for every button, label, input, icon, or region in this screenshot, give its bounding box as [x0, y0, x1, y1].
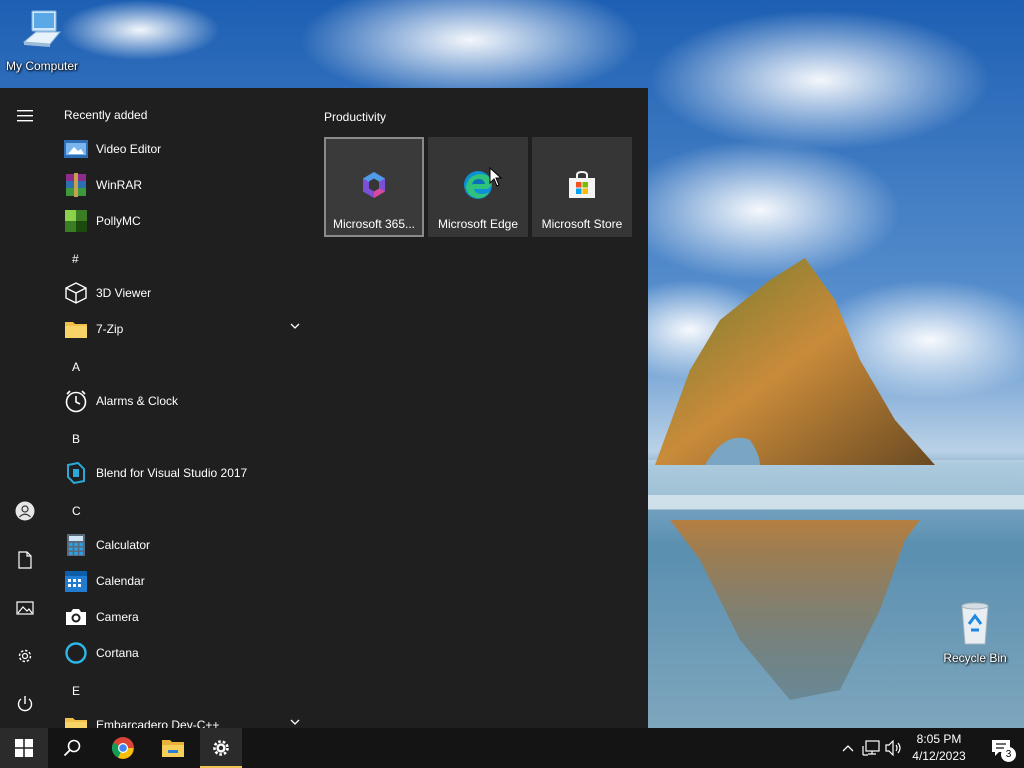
pictures-button[interactable]: [0, 586, 50, 630]
search-icon: [63, 739, 81, 757]
folder-icon: [64, 713, 88, 728]
volume-button[interactable]: [884, 728, 904, 768]
calculator-icon: [64, 533, 88, 557]
picture-icon: [16, 601, 34, 615]
desktop-icon-recycle-bin[interactable]: Recycle Bin: [933, 600, 1017, 665]
desktop-icon-label: My Computer: [5, 59, 79, 73]
document-icon: [18, 551, 32, 569]
tile-microsoft-365[interactable]: Microsoft 365...: [324, 137, 424, 237]
network-icon: [862, 740, 880, 756]
app-7zip-folder[interactable]: 7-Zip: [50, 311, 312, 347]
gear-icon: [18, 649, 32, 663]
documents-button[interactable]: [0, 538, 50, 582]
taskbar-clock[interactable]: 8:05 PM 4/12/2023: [904, 731, 974, 765]
section-letter-a[interactable]: A: [72, 360, 80, 374]
user-icon: [15, 501, 35, 521]
recently-added-header: Recently added: [64, 108, 148, 122]
chevron-down-icon[interactable]: [290, 719, 300, 725]
app-cortana[interactable]: Cortana: [50, 635, 312, 671]
mouse-cursor-icon: [489, 167, 503, 187]
app-blend-visual-studio[interactable]: Blend for Visual Studio 2017: [50, 455, 312, 491]
windows-logo-icon: [15, 739, 33, 757]
clock-icon: [64, 389, 88, 413]
taskbar-settings[interactable]: [200, 728, 242, 768]
speaker-icon: [885, 740, 901, 756]
video-editor-icon: [64, 137, 88, 161]
section-letter-e[interactable]: E: [72, 684, 80, 698]
section-letter-hash[interactable]: #: [72, 252, 79, 266]
microsoft-365-icon: [363, 172, 385, 198]
recycle-bin-icon: [933, 600, 1017, 649]
taskbar: 8:05 PM 4/12/2023 3: [0, 728, 1024, 768]
pollymc-icon: [64, 209, 88, 233]
app-camera[interactable]: Camera: [50, 599, 312, 635]
search-button[interactable]: [48, 728, 96, 768]
section-letter-c[interactable]: C: [72, 504, 81, 518]
tile-microsoft-edge[interactable]: Microsoft Edge: [428, 137, 528, 237]
section-letter-b[interactable]: B: [72, 432, 80, 446]
folder-icon: [64, 317, 88, 341]
power-icon: [17, 696, 33, 712]
chrome-icon: [111, 737, 134, 759]
hamburger-icon: [17, 110, 33, 122]
computer-icon: [0, 8, 84, 57]
tile-microsoft-store[interactable]: Microsoft Store: [532, 137, 632, 237]
clock-date: 4/12/2023: [912, 749, 966, 763]
gear-icon: [213, 740, 229, 756]
start-menu: Recently added Video Editor WinRAR Polly…: [0, 88, 648, 728]
chevron-up-icon: [842, 745, 854, 752]
app-calculator[interactable]: Calculator: [50, 527, 312, 563]
start-button[interactable]: [0, 728, 48, 768]
app-alarms-clock[interactable]: Alarms & Clock: [50, 383, 312, 419]
calendar-icon: [64, 569, 88, 593]
tiles-area: Productivity Microsoft 365... Microsoft …: [312, 88, 648, 728]
desktop-icon-my-computer[interactable]: My Computer: [0, 8, 84, 73]
start-rail: [0, 88, 50, 728]
cube-icon: [64, 281, 88, 305]
app-embarcadero-folder[interactable]: Embarcadero Dev-C++: [50, 707, 312, 728]
blend-icon: [64, 461, 88, 485]
app-3d-viewer[interactable]: 3D Viewer: [50, 275, 312, 311]
power-button[interactable]: [0, 682, 50, 726]
cortana-icon: [64, 641, 88, 665]
action-center-button[interactable]: 3: [978, 728, 1024, 768]
app-list: Recently added Video Editor WinRAR Polly…: [50, 88, 312, 728]
camera-icon: [64, 605, 88, 629]
winrar-icon: [64, 173, 88, 197]
app-winrar[interactable]: WinRAR: [50, 167, 312, 203]
taskbar-chrome[interactable]: [100, 728, 146, 768]
expand-menu-button[interactable]: [0, 94, 50, 138]
settings-button[interactable]: [0, 634, 50, 678]
user-account-button[interactable]: [0, 489, 50, 533]
app-video-editor[interactable]: Video Editor: [50, 131, 312, 167]
desktop-icon-label: Recycle Bin: [943, 651, 1007, 665]
app-pollymc[interactable]: PollyMC: [50, 203, 312, 239]
app-calendar[interactable]: Calendar: [50, 563, 312, 599]
taskbar-file-explorer[interactable]: [150, 728, 196, 768]
chevron-down-icon[interactable]: [290, 323, 300, 329]
file-explorer-icon: [162, 740, 184, 757]
show-hidden-icons-button[interactable]: [838, 728, 858, 768]
clock-time: 8:05 PM: [916, 732, 962, 746]
store-icon: [569, 170, 595, 198]
notification-count-badge: 3: [1001, 747, 1016, 762]
network-button[interactable]: [860, 728, 882, 768]
tile-group-title[interactable]: Productivity: [324, 110, 386, 124]
